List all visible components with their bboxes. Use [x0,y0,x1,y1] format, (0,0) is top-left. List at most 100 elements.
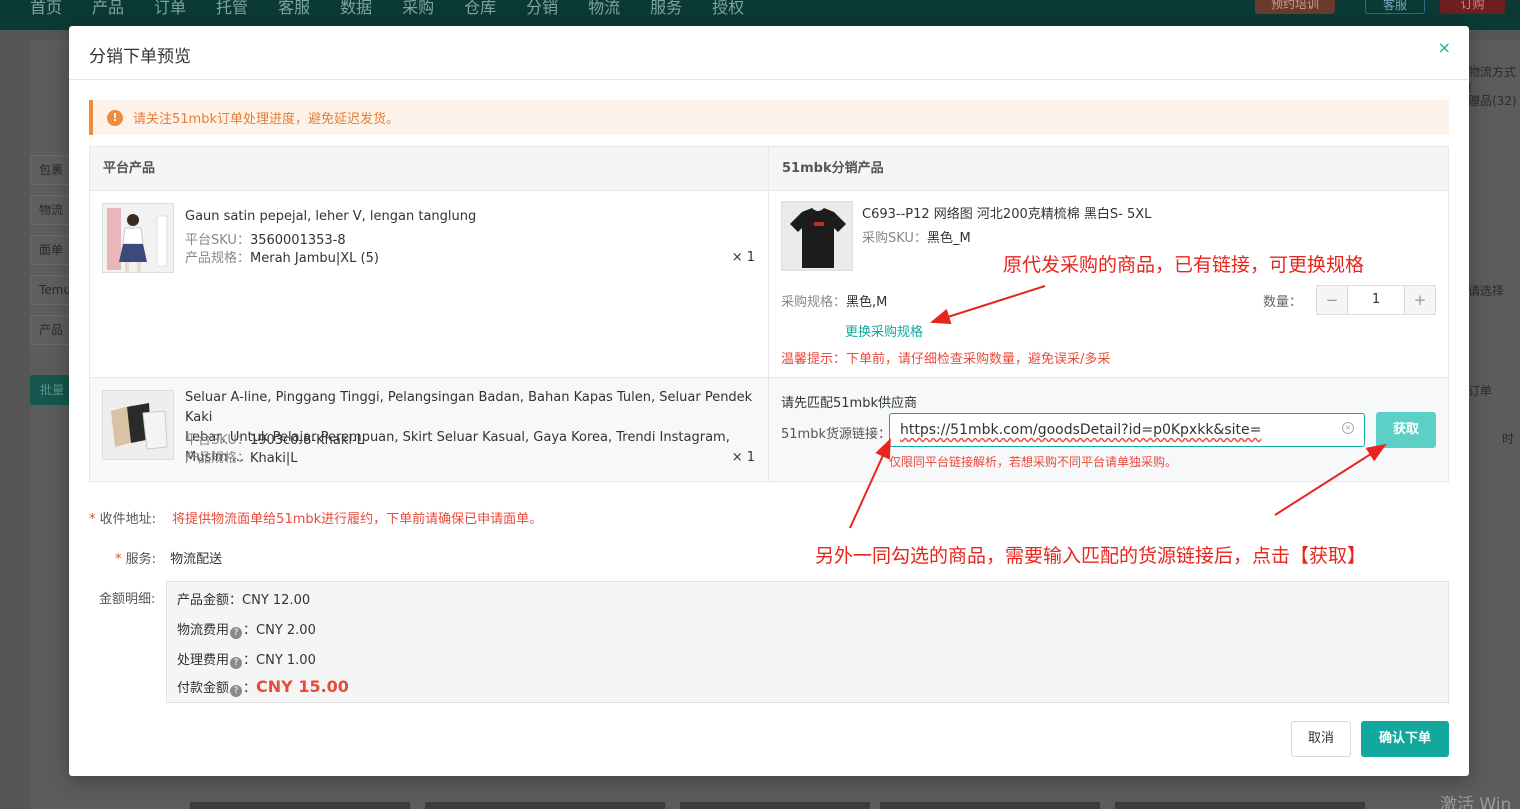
distribution-product-image [781,201,853,271]
table-header: 平台产品 51mbk分销产品 [90,147,1448,191]
pay-amount-line: 付款金额? ：CNY 15.00 [177,677,349,697]
nav-item[interactable]: 首页 [30,0,62,18]
bg-product-photo [425,802,665,809]
filter-package[interactable]: 包裹 [30,155,70,185]
pay-amount-label: 付款金额 [177,681,230,696]
pay-amount-value: CNY 15.00 [256,677,349,696]
col-distribution-product: 51mbk分销产品 [782,161,884,176]
purchase-sku-value: 黑色_M [926,231,971,246]
annotation-existing-link: 原代发采购的商品，已有链接，可更换规格 [1003,254,1365,276]
purchase-warning-tip: 温馨提示：下单前，请仔细检查采购数量，避免误采/多采 [781,352,1111,367]
increment-button[interactable]: + [1405,286,1435,314]
product-spec-line: 产品规格：Merah Jambu|XL (5) [185,250,379,268]
nav-item[interactable]: 产品 [92,0,124,18]
platform-sku-line: 平台SKU：3560001353-8 [185,232,346,250]
product-image [102,203,174,273]
bg-select: 请选择 [1468,284,1505,298]
purchase-spec-value: 黑色,M [846,295,888,310]
nav-item[interactable]: 采购 [402,0,434,18]
change-spec-link[interactable]: 更换采购规格 [845,321,923,340]
nav-item[interactable]: 物流 [588,0,620,18]
nav-item[interactable]: 服务 [650,0,682,18]
distribution-product-cell: C693--P12 网络图 河北200克精梳棉 黑白S- 5XL 采购SKU：黑… [769,191,1448,377]
bg-order: 订单 [1468,384,1493,398]
bg-product-photo [880,802,1100,809]
product-spec-line: 产品规格：Khaki|L [185,450,298,468]
close-icon[interactable]: × [1438,38,1451,57]
bg-product-photo [680,802,870,809]
platform-product-cell: Seluar A-line, Pinggang Tinggi, Pelangsi… [90,378,769,481]
product-image [102,390,174,460]
filter-label[interactable]: 面单 [30,235,70,265]
bg-logistics-method: 物流方式( [1468,65,1517,94]
platform-product-cell: Gaun satin pepejal, leher V, lengan tang… [90,191,769,377]
service-row: * 服务: 物流配送 [115,552,223,567]
nav-item[interactable]: 托管 [216,0,248,18]
annotation-input-link: 另外一同勾选的商品，需要输入匹配的货源链接后，点击【获取】 [815,545,1367,567]
logistics-fee-line: 物流费用? ：CNY 2.00 [177,623,316,639]
filter-temu[interactable]: Temu [30,275,71,305]
product-quantity: × 1 [731,450,755,465]
nav-item[interactable]: 订单 [154,0,186,18]
product-quantity: × 1 [731,250,755,265]
table-row: Seluar A-line, Pinggang Tinggi, Pelangsi… [90,378,1448,481]
platform-sku-line: 平台SKU：1903c0-8-Khaki-L [185,432,364,450]
windows-watermark: 激活 Win [1440,795,1512,809]
quantity-value[interactable]: 1 [1347,286,1405,314]
quantity-label: 数量： [1263,295,1303,310]
fetch-button[interactable]: 获取 [1376,412,1436,448]
handling-fee-line: 处理费用? ：CNY 1.00 [177,653,316,669]
amount-row-label: 金额明细: [99,588,155,607]
nav-item[interactable]: 仓库 [464,0,496,18]
nav-item[interactable]: 分销 [526,0,558,18]
service-label: 服务: [125,552,157,567]
modal-title: 分销下单预览 [89,47,191,67]
quantity-stepper: − 1 + [1316,285,1436,315]
product-amount-label: 产品金额： [177,593,243,608]
product-title: Gaun satin pepejal, leher V, lengan tang… [185,209,477,224]
bg-product-photo [190,802,410,809]
nav-menu: 首页 产品 订单 托管 客服 数据 采购 仓库 分销 物流 服务 授权 [30,0,744,18]
source-link-value[interactable]: https://51mbk.com/goodsDetail?id=p0Kpxkk… [900,422,1261,438]
cancel-button[interactable]: 取消 [1291,721,1351,757]
amount-details-box: 产品金额：CNY 12.00 物流费用? ：CNY 2.00 处理费用? ：CNY … [166,581,1449,703]
product-table: 平台产品 51mbk分销产品 Gaun satin pepejal, leher… [89,146,1449,482]
purchase-spec-label: 采购规格： [781,295,847,310]
product-spec-label: 产品规格： [185,451,251,466]
platform-sku-label: 平台SKU： [185,433,250,448]
support-button[interactable]: 客服 [1365,0,1425,14]
bg-time: 时 [1502,432,1515,446]
filter-logistics[interactable]: 物流 [30,195,70,225]
decrement-button[interactable]: − [1317,286,1347,314]
bg-product-photo [1115,802,1365,809]
logistics-fee-label: 物流费用 [177,623,230,638]
purchase-spec-line: 采购规格：黑色,M [781,291,887,310]
nav-item[interactable]: 授权 [712,0,744,18]
alert-banner: ! 请关注51mbk订单处理进度，避免延迟发货。 [89,100,1449,135]
amount-label: 金额明细: [99,592,156,607]
nav-item[interactable]: 客服 [278,0,310,18]
address-row: * 收件地址: 将提供物流面单给51mbk进行履约，下单前请确保已申请面单。 [89,512,543,527]
help-icon[interactable]: ? [230,657,243,669]
help-icon[interactable]: ? [230,627,243,639]
product-spec-value: Merah Jambu|XL (5) [250,251,379,266]
help-icon[interactable]: ? [230,685,243,697]
nav-item[interactable]: 数据 [340,0,372,18]
alert-text: 请关注51mbk订单处理进度，避免延迟发货。 [133,112,399,127]
training-button[interactable]: 预约培训 [1255,0,1335,14]
table-row: Gaun satin pepejal, leher V, lengan tang… [90,191,1448,378]
platform-sku-value: 3560001353-8 [249,233,346,248]
product-spec-value: Khaki|L [250,451,298,466]
filter-product[interactable]: 产品 [30,315,70,345]
confirm-order-button[interactable]: 确认下单 [1361,721,1449,757]
exclamation-icon: ! [107,109,123,126]
order-plan-button[interactable]: 订购 [1440,0,1505,14]
clear-input-icon[interactable]: × [1342,422,1354,434]
source-link-input[interactable]: https://51mbk.com/goodsDetail?id=p0Kpxkk… [889,413,1365,447]
source-link-label: 51mbk货源链接： [781,427,891,442]
col-platform-product: 平台产品 [90,147,769,190]
bg-gift-count: 赠品(32) [1468,94,1517,108]
logistics-fee-value: CNY 2.00 [256,623,316,638]
handling-fee-value: CNY 1.00 [256,653,316,668]
address-note: 将提供物流面单给51mbk进行履约，下单前请确保已申请面单。 [172,512,543,527]
